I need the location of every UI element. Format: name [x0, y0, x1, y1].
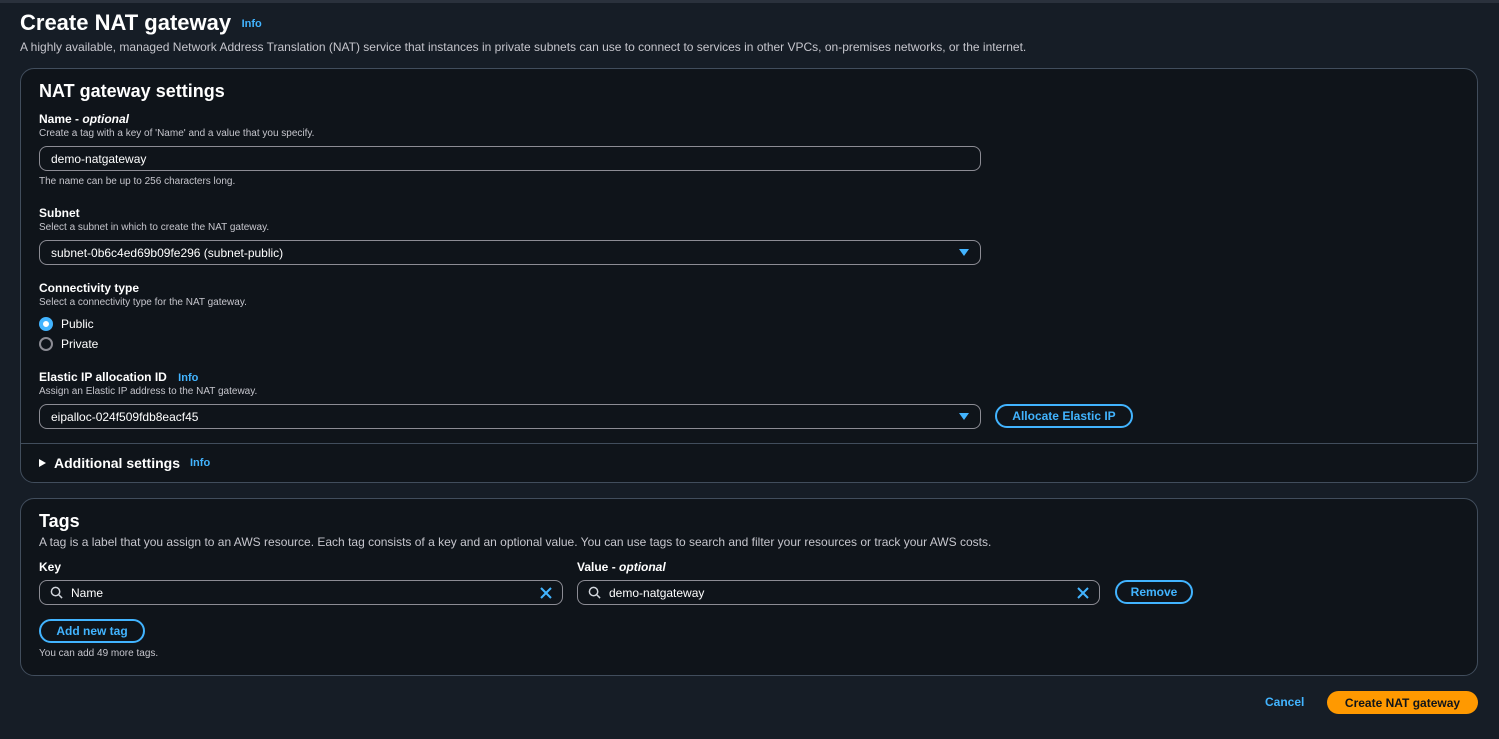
settings-title: NAT gateway settings [39, 81, 225, 101]
allocate-elastic-ip-button[interactable]: Allocate Elastic IP [995, 404, 1133, 428]
page-description: A highly available, managed Network Addr… [20, 40, 1027, 54]
name-label: Name - optional [39, 112, 130, 126]
additional-settings-expander[interactable]: Additional settings Info [39, 455, 210, 471]
radio-private[interactable]: Private [39, 337, 98, 351]
elastic-ip-description: Assign an Elastic IP address to the NAT … [39, 386, 258, 397]
page-header: Create NAT gateway Info [20, 10, 262, 36]
name-constraint: The name can be up to 256 characters lon… [39, 176, 236, 187]
name-input[interactable] [39, 146, 981, 171]
tag-value-input[interactable]: demo-natgateway [577, 580, 1100, 605]
elastic-ip-info-link[interactable]: Info [178, 372, 198, 384]
clear-icon[interactable] [1077, 584, 1089, 602]
cancel-button[interactable]: Cancel [1265, 695, 1304, 709]
caret-right-icon [39, 459, 46, 467]
connectivity-label: Connectivity type [39, 281, 140, 295]
radio-checked-icon [39, 317, 53, 331]
radio-private-label: Private [61, 337, 99, 351]
page-title: Create NAT gateway [20, 10, 232, 35]
tag-key-value: Name [71, 585, 104, 600]
remove-tag-button[interactable]: Remove [1115, 580, 1193, 604]
elastic-ip-select[interactable]: eipalloc-024f509fdb8eacf45 [39, 404, 981, 429]
name-description: Create a tag with a key of 'Name' and a … [39, 128, 315, 139]
subnet-select[interactable]: subnet-0b6c4ed69b09fe296 (subnet-public) [39, 240, 981, 265]
tags-description: A tag is a label that you assign to an A… [39, 535, 992, 549]
connectivity-description: Select a connectivity type for the NAT g… [39, 297, 247, 308]
search-icon [588, 586, 601, 599]
tag-key-input[interactable]: Name [39, 580, 563, 605]
additional-settings-label: Additional settings [54, 455, 180, 471]
create-nat-gateway-button[interactable]: Create NAT gateway [1327, 691, 1478, 714]
tag-key-label: Key [39, 560, 62, 574]
caret-down-icon [959, 413, 969, 420]
radio-public-label: Public [61, 317, 94, 331]
tags-title: Tags [39, 511, 80, 531]
add-new-tag-button[interactable]: Add new tag [39, 619, 145, 643]
subnet-select-value: subnet-0b6c4ed69b09fe296 (subnet-public) [51, 245, 284, 260]
caret-down-icon [959, 249, 969, 256]
radio-unchecked-icon [39, 337, 53, 351]
subnet-description: Select a subnet in which to create the N… [39, 222, 270, 233]
tag-value-label: Value - optional [577, 560, 666, 574]
page-info-link[interactable]: Info [242, 18, 262, 30]
radio-public[interactable]: Public [39, 317, 94, 331]
tags-limit-text: You can add 49 more tags. [39, 648, 159, 659]
clear-icon[interactable] [540, 584, 552, 602]
subnet-label: Subnet [39, 206, 80, 220]
nat-gateway-settings-panel: NAT gateway settings Name - optional Cre… [20, 68, 1478, 483]
elastic-ip-label: Elastic IP allocation ID Info [39, 370, 199, 384]
tag-value-value: demo-natgateway [609, 585, 705, 600]
divider [21, 443, 1477, 444]
tags-panel: Tags A tag is a label that you assign to… [20, 498, 1478, 676]
top-border [0, 0, 1499, 3]
additional-settings-info-link[interactable]: Info [190, 457, 210, 469]
search-icon [50, 586, 63, 599]
elastic-ip-select-value: eipalloc-024f509fdb8eacf45 [51, 409, 199, 424]
